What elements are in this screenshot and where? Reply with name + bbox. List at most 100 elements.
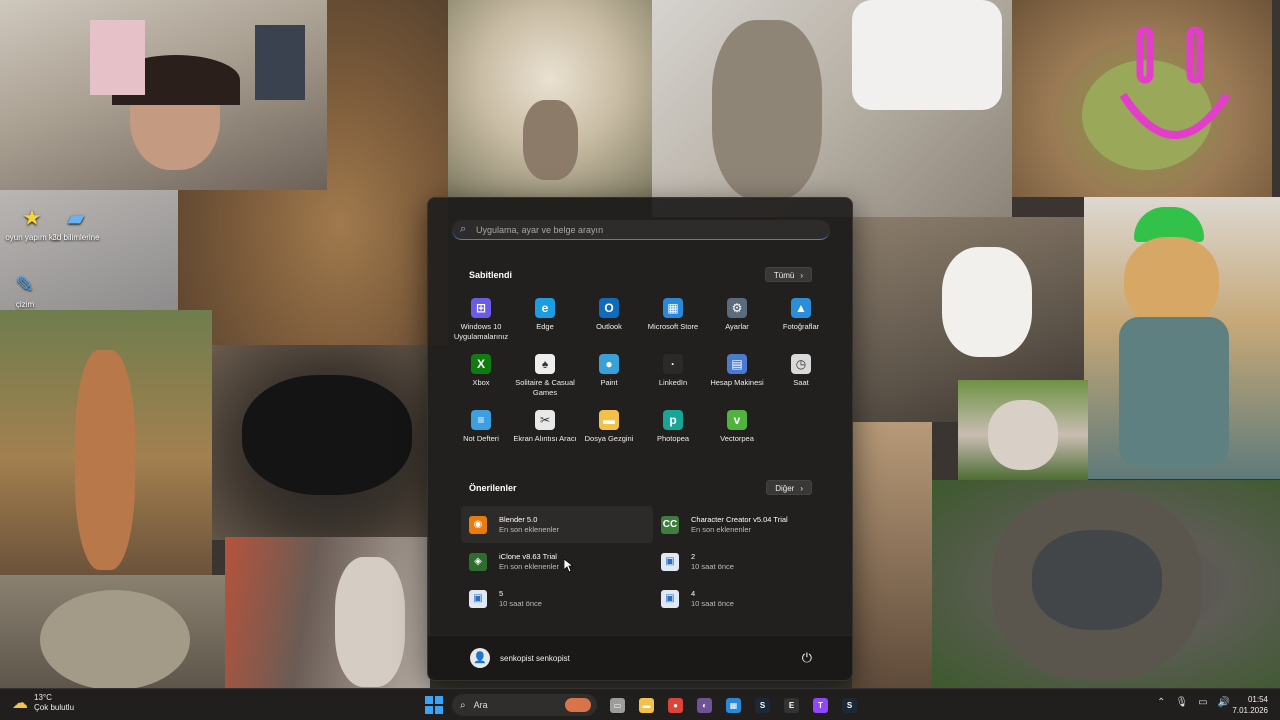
recommended-section-title: Önerilenler <box>469 483 517 493</box>
wallpaper-donkey <box>225 537 430 690</box>
image-file-icon: ▣ <box>661 552 679 571</box>
taskbar-github-desktop-button[interactable]: ◐ <box>690 694 719 716</box>
pinned-app-label: Microsoft Store <box>647 322 699 331</box>
pinned-app-snipping-tool[interactable]: ✂ Ekran Alıntısı Aracı <box>513 408 577 464</box>
taskbar-epic-games-button[interactable]: E <box>777 694 806 716</box>
github-desktop-icon: ◐ <box>697 697 712 713</box>
taskbar-twitch-button[interactable]: T <box>806 694 835 716</box>
recommended-item-subtitle: En son eklenenler <box>499 524 560 534</box>
pinned-app-outlook[interactable]: O Outlook <box>577 296 641 352</box>
recommended-list: ◉ Blender 5.0 En son eklenenler CC Character… <box>461 506 831 617</box>
wallpaper-cat-toilet <box>652 0 1012 217</box>
folder-icon: ▰ <box>67 205 85 230</box>
pinned-app-label: Saat <box>793 378 809 387</box>
pinned-apps-grid: ⊞ Windows 10 Uygulamalarınız e Edge O Outlook… <box>449 296 833 464</box>
folder-icon: ▬ <box>599 410 619 430</box>
xbox-icon: X <box>471 354 491 374</box>
recommended-item[interactable]: ◈ iClone v8.63 Trial En son eklenenler <box>461 543 653 580</box>
notepad-icon: ≡ <box>471 410 491 430</box>
start-search-input[interactable] <box>476 224 816 235</box>
user-account-button[interactable]: 👤 senkopist senkopist <box>470 648 570 668</box>
character-creator-icon: CC <box>661 515 679 534</box>
pinned-app-gear[interactable]: ⚙ Ayarlar <box>705 296 769 352</box>
wallpaper-cat-green-hat <box>1084 197 1280 479</box>
paint-icon: ● <box>599 354 619 374</box>
more-recommended-button[interactable]: Diğer › <box>766 480 812 495</box>
weather-widget[interactable]: ☁ 13°C Çok bulutlu <box>12 693 74 713</box>
pinned-app-label: Outlook <box>596 322 622 331</box>
pinned-app-calculator[interactable]: ▤ Hesap Makinesi <box>705 352 769 408</box>
pinned-app-clock[interactable]: ◷ Saat <box>769 352 833 408</box>
wallpaper-sheep <box>448 0 652 197</box>
pinned-app-label: Paint <box>600 378 618 387</box>
pinned-app-label: Ekran Alıntısı Aracı <box>513 434 577 443</box>
pinned-app-photopea[interactable]: p Photopea <box>641 408 705 464</box>
clock-time: 01:54 <box>1247 695 1268 704</box>
start-footer: 👤 senkopist senkopist ⏻ <box>428 635 852 680</box>
pinned-section-title: Sabitlendi <box>469 270 513 280</box>
pinned-app-linkedin[interactable]: · LinkedIn <box>641 352 705 408</box>
pinned-app-label: Xbox <box>472 378 490 387</box>
iclone-icon: ◈ <box>469 552 487 571</box>
recommended-item[interactable]: ◉ Blender 5.0 En son eklenenler <box>461 506 653 543</box>
all-apps-button[interactable]: Tümü › <box>764 267 812 282</box>
chevron-up-icon[interactable]: ⌃ <box>1157 697 1165 708</box>
system-tray: ⌃ 🎙 ▭ 🔊 <box>1147 697 1230 708</box>
pinned-app-label: Hesap Makinesi <box>710 378 764 387</box>
pinned-app-label: Fotoğraflar <box>782 322 820 331</box>
microphone-icon[interactable]: 🎙 <box>1175 697 1188 708</box>
taskbar-task-view-button[interactable]: ▭ <box>603 694 632 716</box>
recommended-item[interactable]: ▣ 4 10 saat önce <box>653 580 831 617</box>
pinned-app-store[interactable]: ▦ Microsoft Store <box>641 296 705 352</box>
taskbar-file-explorer-button[interactable]: ▬ <box>632 694 661 716</box>
star-icon: ★ <box>22 205 42 230</box>
image-file-icon: ▣ <box>661 589 679 608</box>
paint-icon: ✎ <box>15 272 35 297</box>
smiley-overlay <box>1119 26 1231 139</box>
recommended-item[interactable]: ▣ 2 10 saat önce <box>653 543 831 580</box>
start-search-box[interactable]: ⌕ <box>452 220 830 240</box>
pinned-app-folder[interactable]: ▬ Dosya Gezgini <box>577 408 641 464</box>
wallpaper-monkey <box>0 575 225 690</box>
photos-icon: ▲ <box>791 298 811 318</box>
solitaire-icon: ♠ <box>535 354 555 374</box>
power-button[interactable]: ⏻ <box>802 650 812 666</box>
pinned-app-paint[interactable]: ● Paint <box>577 352 641 408</box>
store-icon: ▦ <box>663 298 683 318</box>
recommended-item[interactable]: ▣ 5 10 saat önce <box>461 580 653 617</box>
windows-apps-icon: ⊞ <box>471 298 491 318</box>
user-avatar-icon: 👤 <box>470 648 490 668</box>
pinned-app-label: LinkedIn <box>658 378 688 387</box>
search-icon: ⌕ <box>460 223 467 235</box>
chevron-right-icon: › <box>800 271 803 280</box>
recommended-item-name: 4 <box>691 588 696 598</box>
mouse-cursor-icon <box>564 559 573 573</box>
taskbar-steam-button[interactable]: S <box>748 694 777 716</box>
taskbar-search-box[interactable]: ⌕ Ara <box>452 694 597 716</box>
pinned-app-windows-apps[interactable]: ⊞ Windows 10 Uygulamalarınız <box>449 296 513 352</box>
linkedin-icon: · <box>663 354 683 374</box>
taskbar-chrome-button[interactable]: ● <box>661 694 690 716</box>
search-icon: ⌕ <box>460 699 466 711</box>
chevron-right-icon: › <box>800 484 803 493</box>
start-button[interactable] <box>424 695 444 715</box>
pinned-app-xbox[interactable]: X Xbox <box>449 352 513 408</box>
taskbar-steam-alt-button[interactable]: S <box>835 694 864 716</box>
wallpaper-bulldog <box>958 380 1088 480</box>
pinned-app-edge[interactable]: e Edge <box>513 296 577 352</box>
taskbar: ☁ 13°C Çok bulutlu ⌕ Ara ▭ ▬ ● ◐ ▦ S E T S ⌃ 🎙 ▭… <box>0 688 1280 720</box>
pinned-app-vectorpea[interactable]: v Vectorpea <box>705 408 769 464</box>
recommended-item-name: Character Creator v5.04 Trial <box>691 514 788 524</box>
pinned-app-photos[interactable]: ▲ Fotoğraflar <box>769 296 833 352</box>
recommended-item[interactable]: CC Character Creator v5.04 Trial En son ek… <box>653 506 831 543</box>
network-icon[interactable]: ▭ <box>1198 697 1207 708</box>
pinned-app-solitaire[interactable]: ♠ Solitaire & Casual Games <box>513 352 577 408</box>
taskbar-clock[interactable]: 01:54 7.01.2026 <box>1232 694 1268 716</box>
desktop-icon-drawing[interactable]: ✎ çizim <box>0 272 55 309</box>
pinned-app-notepad[interactable]: ≡ Not Defteri <box>449 408 513 464</box>
taskbar-store-button[interactable]: ▦ <box>719 694 748 716</box>
start-menu: ⌕ Sabitlendi Tümü› ⊞ Windows 10 Uygulamal… <box>427 197 853 681</box>
volume-icon[interactable]: 🔊 <box>1218 697 1230 708</box>
pinned-app-label: Edge <box>536 322 554 331</box>
desktop-icon-3d-folder[interactable]: ▰ 3d bilimlerine <box>46 205 106 242</box>
